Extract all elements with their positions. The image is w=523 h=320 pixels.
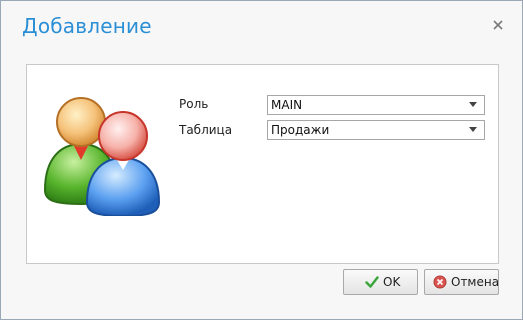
close-icon[interactable] xyxy=(490,17,506,33)
users-icon xyxy=(43,97,161,216)
add-dialog: Добавление Роль MAIN Таблица Продажи OK … xyxy=(0,0,523,320)
cancel-button[interactable]: Отмена xyxy=(424,269,499,295)
table-label: Таблица xyxy=(179,123,233,137)
chevron-down-icon[interactable] xyxy=(469,127,477,132)
check-icon xyxy=(365,276,379,288)
dialog-titlebar: Добавление xyxy=(1,1,522,57)
table-value: Продажи xyxy=(271,123,330,137)
ok-button[interactable]: OK xyxy=(343,269,418,295)
ok-label: OK xyxy=(383,275,401,289)
dialog-title: Добавление xyxy=(22,14,152,38)
form-panel: Роль MAIN Таблица Продажи xyxy=(26,64,499,264)
chevron-down-icon[interactable] xyxy=(469,102,477,107)
role-select[interactable]: MAIN xyxy=(267,95,485,115)
role-label: Роль xyxy=(179,97,209,111)
cancel-icon xyxy=(433,275,447,289)
role-value: MAIN xyxy=(271,98,303,112)
cancel-label: Отмена xyxy=(451,275,500,289)
table-select[interactable]: Продажи xyxy=(267,120,485,140)
